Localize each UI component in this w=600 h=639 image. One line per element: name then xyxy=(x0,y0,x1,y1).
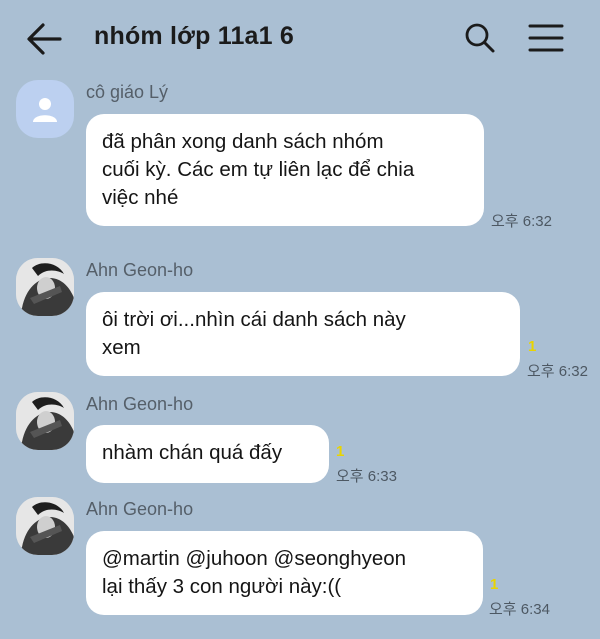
search-icon xyxy=(465,23,495,53)
sender-avatar[interactable] xyxy=(16,80,74,138)
message-bubble[interactable]: nhàm chán quá đấy xyxy=(86,425,329,483)
chat-title: nhóm lớp 11a1 6 xyxy=(94,22,295,50)
profile-photo xyxy=(16,392,74,450)
message-text: nhàm chán quá đấy xyxy=(102,441,283,464)
unread-count: 1 xyxy=(336,443,345,460)
sender-avatar[interactable] xyxy=(16,497,74,555)
chat-header: nhóm lớp 11a1 6 xyxy=(0,0,600,76)
default-person-icon xyxy=(33,98,57,122)
message-time: 오후 6:33 xyxy=(336,468,397,485)
message-text: @martin @juhoon @seonghyeon lại thấy 3 c… xyxy=(102,547,407,598)
message-text: đã phân xong danh sách nhóm cuối kỳ. Các… xyxy=(102,130,415,209)
message-text: ôi trời ơi...nhìn cái danh sách này xem xyxy=(102,308,406,359)
sender-name: cô giáo Lý xyxy=(86,82,169,102)
sender-avatar[interactable] xyxy=(16,258,74,316)
unread-count: 1 xyxy=(528,338,537,355)
message-bubble[interactable]: ôi trời ơi...nhìn cái danh sách này xem xyxy=(86,292,520,376)
message-time: 오후 6:32 xyxy=(527,363,588,380)
sender-name: Ahn Geon-ho xyxy=(86,260,194,280)
sender-avatar[interactable] xyxy=(16,392,74,450)
profile-photo xyxy=(16,497,74,555)
search-button[interactable] xyxy=(464,22,496,54)
message-time: 오후 6:34 xyxy=(489,601,550,618)
message-bubble[interactable]: @martin @juhoon @seonghyeon lại thấy 3 c… xyxy=(86,531,483,615)
message-bubble[interactable]: đã phân xong danh sách nhóm cuối kỳ. Các… xyxy=(86,114,484,226)
message-time: 오후 6:32 xyxy=(491,213,552,230)
hamburger-menu-icon xyxy=(528,24,564,52)
arrow-left-icon xyxy=(27,23,62,55)
sender-name: Ahn Geon-ho xyxy=(86,394,194,414)
sender-name: Ahn Geon-ho xyxy=(86,499,194,519)
profile-photo xyxy=(16,258,74,316)
unread-count: 1 xyxy=(490,576,499,593)
back-button[interactable] xyxy=(24,20,64,58)
menu-button[interactable] xyxy=(528,22,564,54)
